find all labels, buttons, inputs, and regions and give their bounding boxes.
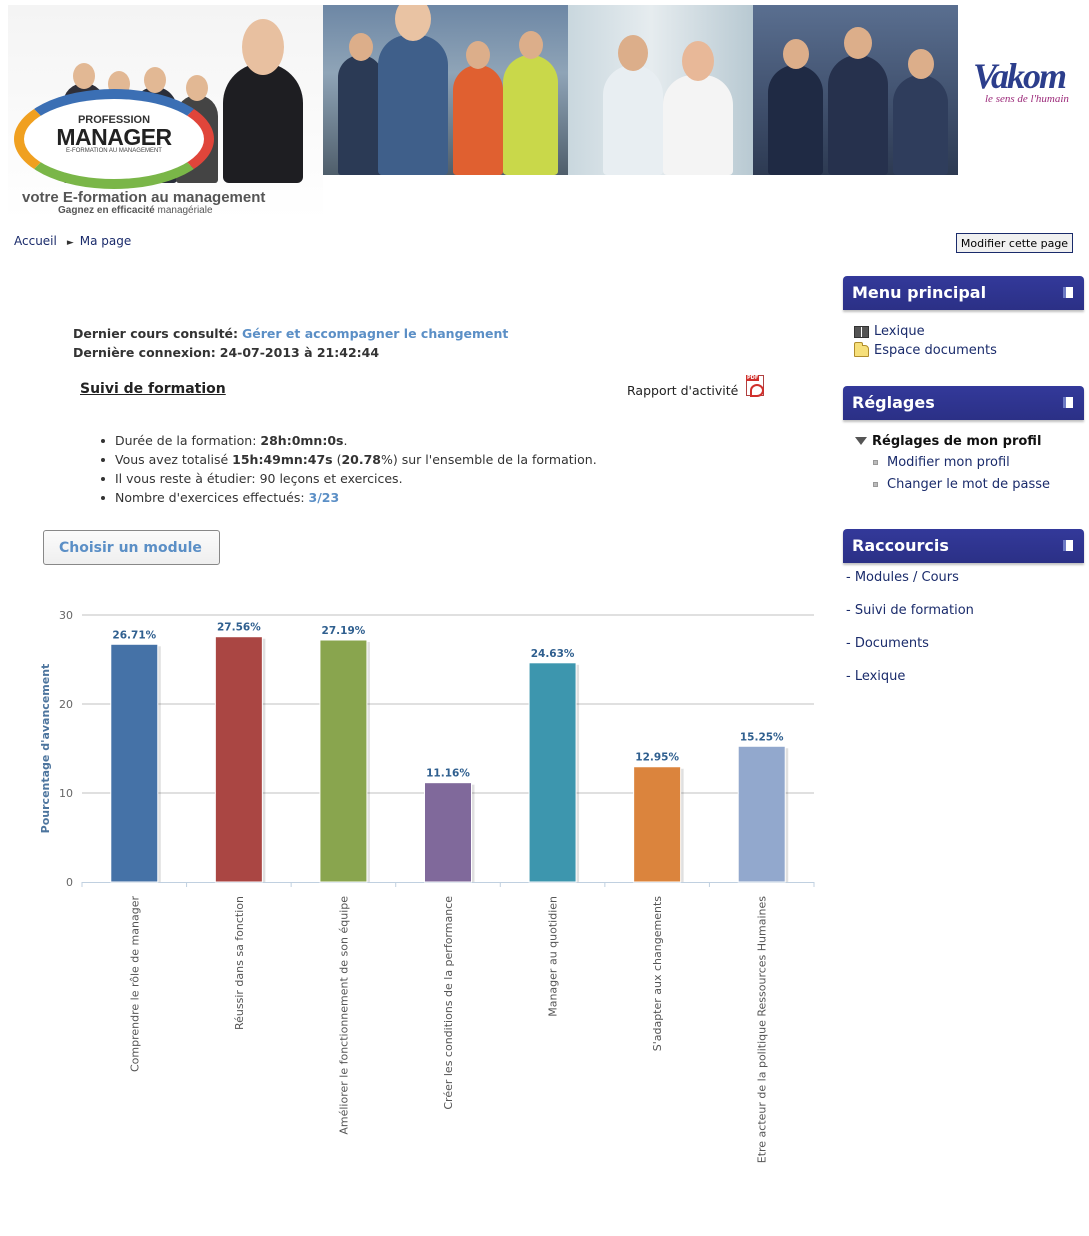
- data-label: 27.19%: [322, 625, 366, 637]
- bar: [319, 639, 368, 883]
- category-label: S'adapter aux changements: [651, 896, 664, 1052]
- data-label: 11.16%: [426, 768, 470, 780]
- logo-text: PROFESSION MANAGER E-FORMATION AU MANAGE…: [44, 105, 184, 167]
- menu-item-lexique[interactable]: Lexique: [843, 322, 1084, 341]
- bar: [110, 643, 159, 883]
- last-activity-info: Dernier cours consulté: Gérer et accompa…: [73, 324, 508, 362]
- workers-photo: [323, 5, 568, 175]
- change-password-link[interactable]: Changer le mot de passe: [843, 473, 1084, 495]
- breadcrumb-current-link[interactable]: Ma page: [80, 234, 132, 248]
- category-label: Etre acteur de la politique Ressources H…: [756, 896, 769, 1164]
- pdf-icon[interactable]: [746, 375, 764, 397]
- y-tick-label: 30: [59, 609, 73, 622]
- workshop-photo: [753, 5, 958, 175]
- bar: [633, 766, 682, 883]
- last-login-label: Dernière connexion:: [73, 345, 216, 360]
- choose-module-button[interactable]: Choisir un module: [43, 530, 220, 565]
- profession-manager-logo[interactable]: PROFESSION MANAGER E-FORMATION AU MANAGE…: [8, 5, 323, 220]
- menu-item-documents[interactable]: Espace documents: [843, 341, 1084, 360]
- triangle-down-icon: [855, 437, 867, 445]
- suivi-formation-title: Suivi de formation: [80, 381, 226, 397]
- bar: [424, 782, 472, 883]
- y-axis-title: Pourcentage d'avancement: [39, 664, 52, 834]
- edit-profile-link[interactable]: Modifier mon profil: [843, 451, 1084, 473]
- shortcut-suivi[interactable]: - Suivi de formation: [843, 603, 1084, 636]
- list-item: Durée de la formation: 28h:0mn:0s.: [101, 431, 597, 450]
- bar: [214, 636, 263, 883]
- bullet-icon: [873, 481, 878, 487]
- category-label: Améliorer le fonctionnement de son équip…: [337, 896, 350, 1135]
- activity-report-label[interactable]: Rapport d'activité: [627, 383, 738, 398]
- breadcrumb-separator-icon: ►: [66, 238, 74, 248]
- profile-settings-node[interactable]: Réglages de mon profil: [843, 431, 1084, 451]
- folder-icon: [854, 341, 869, 357]
- hide-block-icon[interactable]: [1063, 397, 1073, 408]
- list-item: Il vous reste à étudier: 90 leçons et ex…: [101, 469, 597, 488]
- category-label: Réussir dans sa fonction: [233, 896, 246, 1030]
- book-icon: [854, 325, 869, 338]
- data-label: 24.63%: [531, 648, 575, 660]
- lab-photo: [568, 5, 753, 175]
- main-menu-header: Menu principal: [843, 276, 1084, 310]
- y-tick-label: 20: [59, 698, 73, 711]
- exercises-count[interactable]: 3/23: [309, 490, 340, 505]
- shortcuts-block: Raccourcis - Modules / Cours - Suivi de …: [843, 529, 1084, 702]
- progress-bar-chart: 0 10 20 30 Pourcentage d'avancement 26.71% Com…: [39, 609, 815, 1164]
- training-stats-list: Durée de la formation: 28h:0mn:0s. Vous …: [101, 431, 597, 507]
- vakom-logo[interactable]: Vakom le sens de l'humain: [973, 55, 1088, 135]
- breadcrumb-home-link[interactable]: Accueil: [14, 234, 57, 248]
- shortcut-documents[interactable]: - Documents: [843, 636, 1084, 669]
- shortcut-modules[interactable]: - Modules / Cours: [843, 570, 1084, 603]
- data-label: 26.71%: [112, 629, 156, 641]
- settings-block: Réglages Réglages de mon profil Modifier…: [843, 386, 1084, 495]
- category-label: Comprendre le rôle de manager: [128, 896, 141, 1072]
- y-tick-label: 10: [59, 787, 73, 800]
- data-label: 12.95%: [635, 752, 679, 764]
- shortcut-lexique[interactable]: - Lexique: [843, 669, 1084, 702]
- list-item: Vous avez totalisé 15h:49mn:47s (20.78%)…: [101, 452, 597, 467]
- bullet-icon: [873, 459, 878, 465]
- edit-page-button[interactable]: Modifier cette page: [956, 233, 1073, 253]
- subtagline: Gagnez en efficacité managériale: [58, 205, 213, 216]
- main-menu-block: Menu principal Lexique Espace documents: [843, 276, 1084, 360]
- bar: [528, 662, 577, 883]
- data-label: 15.25%: [740, 731, 784, 743]
- y-tick-label: 0: [66, 876, 73, 889]
- hide-block-icon[interactable]: [1063, 540, 1073, 551]
- data-label: 27.56%: [217, 622, 261, 634]
- settings-header: Réglages: [843, 386, 1084, 420]
- breadcrumb: Accueil ► Ma page: [14, 234, 131, 248]
- last-login-value: 24-07-2013 à 21:42:44: [219, 345, 380, 360]
- category-label: Manager au quotidien: [547, 896, 560, 1017]
- last-course-link[interactable]: Gérer et accompagner le changement: [242, 326, 508, 341]
- header-banner: PROFESSION MANAGER E-FORMATION AU MANAGE…: [8, 5, 1088, 220]
- last-course-label: Dernier cours consulté:: [73, 326, 239, 341]
- tagline: votre E-formation au management: [22, 189, 266, 206]
- category-label: Créer les conditions de la performance: [442, 896, 455, 1110]
- list-item: Nombre d'exercices effectués: 3/23: [101, 488, 597, 507]
- bar: [737, 745, 786, 883]
- hide-block-icon[interactable]: [1063, 287, 1073, 298]
- shortcuts-header: Raccourcis: [843, 529, 1084, 563]
